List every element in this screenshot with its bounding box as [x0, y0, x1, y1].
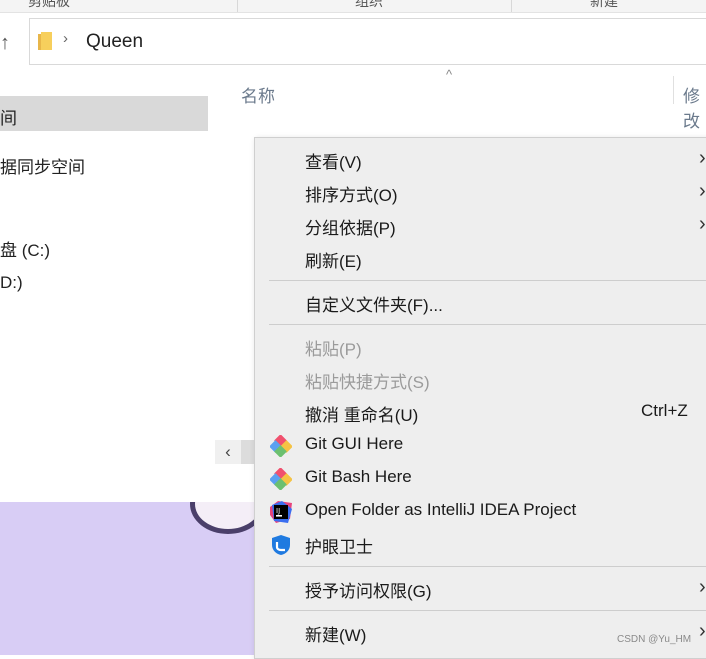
menu-item-git-bash[interactable]: Git Bash Here — [255, 462, 706, 495]
menu-item-label: 分组依据(P) — [305, 219, 396, 238]
menu-item-git-gui[interactable]: Git GUI Here — [255, 429, 706, 462]
address-path[interactable]: Queen — [86, 31, 143, 53]
watermark: CSDN @Yu_HM — [617, 634, 692, 645]
menu-item-paste-shortcut: 粘贴快捷方式(S) — [255, 363, 706, 396]
ribbon-group-new[interactable]: 新建 — [590, 0, 618, 9]
menu-item-label: Open Folder as IntelliJ IDEA Project — [305, 500, 577, 519]
submenu-arrow-icon: › — [699, 147, 706, 169]
menu-separator — [269, 324, 706, 325]
ribbon-group-organize[interactable]: 组织 — [355, 0, 383, 9]
eye-guard-icon — [272, 535, 290, 555]
chevron-right-icon[interactable]: › — [63, 30, 68, 47]
menu-item-label: 查看(V) — [305, 153, 362, 172]
menu-item-label: Git GUI Here — [305, 434, 404, 453]
menu-item-label: 护眼卫士 — [305, 538, 373, 557]
column-separator[interactable] — [673, 76, 674, 104]
ribbon-group-clipboard[interactable]: 剪贴板 — [28, 0, 70, 9]
menu-item-view[interactable]: 查看(V) › — [255, 143, 706, 176]
context-menu: 查看(V) › 排序方式(O) › 分组依据(P) › 刷新(E) 自定义文件夹… — [254, 137, 706, 659]
menu-item-label: 粘贴(P) — [305, 340, 362, 359]
intellij-icon: IJ — [270, 501, 292, 523]
menu-item-label: 自定义文件夹(F)... — [305, 296, 443, 315]
submenu-arrow-icon: › — [699, 576, 706, 598]
nav-item-sync-space[interactable]: 据同步空间 — [0, 153, 85, 178]
menu-item-label: Git Bash Here — [305, 467, 412, 486]
menu-item-label: 授予访问权限(G) — [305, 582, 432, 601]
menu-item-group-by[interactable]: 分组依据(P) › — [255, 209, 706, 242]
menu-item-label: 粘贴快捷方式(S) — [305, 373, 430, 392]
folder-icon — [38, 32, 52, 50]
menu-item-label: 新建(W) — [305, 626, 367, 645]
menu-item-undo-rename[interactable]: 撤消 重命名(U) Ctrl+Z — [255, 396, 706, 429]
menu-item-eye-guard[interactable]: 护眼卫士 — [255, 528, 706, 561]
submenu-arrow-icon: › — [699, 620, 706, 642]
nav-item-drive-c[interactable]: 盘 (C:) — [0, 236, 50, 261]
up-arrow-icon[interactable]: ↑ — [0, 30, 20, 56]
submenu-arrow-icon: › — [699, 213, 706, 235]
nav-item-selected[interactable]: 间 — [0, 104, 17, 129]
git-gui-icon — [270, 435, 292, 457]
menu-separator — [269, 566, 706, 567]
menu-shortcut: Ctrl+Z — [641, 401, 688, 420]
submenu-arrow-icon: › — [699, 180, 706, 202]
address-bar[interactable]: › Queen — [29, 18, 706, 65]
menu-item-intellij[interactable]: IJ Open Folder as IntelliJ IDEA Project — [255, 495, 706, 528]
menu-item-refresh[interactable]: 刷新(E) — [255, 242, 706, 275]
menu-item-customize-folder[interactable]: 自定义文件夹(F)... — [255, 286, 706, 319]
nav-item-drive-d[interactable]: D:) — [0, 273, 23, 293]
scroll-left-button[interactable]: ‹ — [215, 440, 241, 464]
menu-item-paste: 粘贴(P) — [255, 330, 706, 363]
menu-item-grant-access[interactable]: 授予访问权限(G) › — [255, 572, 706, 605]
menu-item-label: 排序方式(O) — [305, 186, 398, 205]
column-header-name[interactable]: 名称 — [241, 82, 275, 107]
menu-item-label: 撤消 重命名(U) — [305, 406, 419, 425]
ribbon-separator — [237, 0, 238, 12]
ribbon-separator — [511, 0, 512, 12]
menu-separator — [269, 610, 706, 611]
ribbon-strip: 剪贴板 组织 新建 — [0, 0, 706, 13]
menu-separator — [269, 280, 706, 281]
git-bash-icon — [270, 468, 292, 490]
menu-item-label: 刷新(E) — [305, 252, 362, 271]
sort-ascending-icon: ^ — [446, 67, 453, 82]
column-header-modified[interactable]: 修改 — [683, 82, 706, 132]
navigation-pane: 间 据同步空间 盘 (C:) D:) — [0, 70, 212, 500]
svg-text:IJ: IJ — [276, 507, 280, 515]
nav-selection-highlight — [0, 96, 208, 131]
menu-item-sort-by[interactable]: 排序方式(O) › — [255, 176, 706, 209]
horizontal-scrollbar-thumb[interactable] — [241, 440, 255, 464]
